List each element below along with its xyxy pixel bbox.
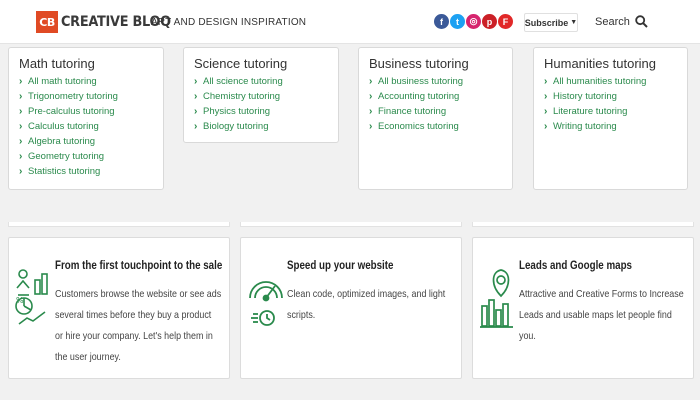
link-all-math[interactable]: › All math tutoring bbox=[19, 74, 153, 89]
subscribe-button[interactable]: Subscribe ▼ bbox=[524, 13, 578, 32]
chevron-right-icon: › bbox=[19, 151, 23, 162]
link-writing[interactable]: › Writing tutoring bbox=[544, 119, 677, 134]
link-accounting[interactable]: › Accounting tutoring bbox=[369, 89, 502, 104]
feature-description: Customers browse the website or see ads … bbox=[55, 288, 222, 363]
chevron-right-icon: › bbox=[544, 76, 548, 87]
pinterest-icon[interactable]: p bbox=[482, 14, 497, 29]
chevron-right-icon: › bbox=[194, 91, 198, 102]
chevron-right-icon: › bbox=[369, 121, 373, 132]
chevron-right-icon: › bbox=[19, 91, 23, 102]
feature-card-touchpoint: % From the first touchpoint to the sale … bbox=[8, 237, 230, 379]
card-edge bbox=[8, 222, 230, 227]
link-pre-calculus[interactable]: › Pre-calculus tutoring bbox=[19, 104, 153, 119]
flipboard-icon[interactable]: F bbox=[498, 14, 513, 29]
chevron-right-icon: › bbox=[194, 106, 198, 117]
link-all-science[interactable]: › All science tutoring bbox=[194, 74, 328, 89]
feature-card-leads: Leads and Google maps Attractive and Cre… bbox=[472, 237, 694, 379]
instagram-icon[interactable]: ◎ bbox=[466, 14, 481, 29]
chevron-right-icon: › bbox=[544, 106, 548, 117]
logo-badge: CB bbox=[36, 11, 58, 33]
feature-description: Attractive and Creative Forms to Increas… bbox=[519, 288, 684, 342]
math-tutoring-card: Math tutoring › All math tutoring › Trigon… bbox=[8, 47, 164, 190]
link-statistics[interactable]: › Statistics tutoring bbox=[19, 164, 153, 179]
map-pin-chart-icon bbox=[480, 269, 513, 328]
humanities-tutoring-card: Humanities tutoring › All humanities tuto… bbox=[533, 47, 688, 190]
link-biology[interactable]: › Biology tutoring bbox=[194, 119, 328, 134]
card-edge bbox=[240, 222, 462, 227]
speedometer-icon bbox=[249, 281, 283, 326]
card-edge bbox=[472, 222, 694, 227]
link-history[interactable]: › History tutoring bbox=[544, 89, 677, 104]
link-physics[interactable]: › Physics tutoring bbox=[194, 104, 328, 119]
card-title: Humanities tutoring bbox=[544, 56, 656, 71]
search-button[interactable]: Search bbox=[595, 15, 648, 28]
business-tutoring-card: Business tutoring › All business tutoring… bbox=[358, 47, 513, 190]
chevron-right-icon: › bbox=[19, 121, 23, 132]
search-label: Search bbox=[595, 15, 630, 28]
link-algebra[interactable]: › Algebra tutoring bbox=[19, 134, 153, 149]
chevron-right-icon: › bbox=[369, 76, 373, 87]
chevron-right-icon: › bbox=[19, 76, 23, 87]
feature-title: Speed up your website bbox=[287, 260, 394, 272]
link-all-humanities[interactable]: › All humanities tutoring bbox=[544, 74, 677, 89]
social-links: f t ◎ p F bbox=[434, 14, 513, 29]
card-title: Science tutoring bbox=[194, 56, 288, 71]
facebook-icon[interactable]: f bbox=[434, 14, 449, 29]
card-title: Math tutoring bbox=[19, 56, 95, 71]
chevron-right-icon: › bbox=[194, 76, 198, 87]
chevron-right-icon: › bbox=[19, 136, 23, 147]
svg-text:%: % bbox=[16, 296, 24, 305]
feature-card-speed: Speed up your website Clean code, optimi… bbox=[240, 237, 462, 379]
chevron-right-icon: › bbox=[369, 91, 373, 102]
link-all-business[interactable]: › All business tutoring bbox=[369, 74, 502, 89]
chevron-right-icon: › bbox=[544, 121, 548, 132]
link-literature[interactable]: › Literature tutoring bbox=[544, 104, 677, 119]
chevron-right-icon: › bbox=[544, 91, 548, 102]
link-finance[interactable]: › Finance tutoring bbox=[369, 104, 502, 119]
twitter-icon[interactable]: t bbox=[450, 14, 465, 29]
link-chemistry[interactable]: › Chemistry tutoring bbox=[194, 89, 328, 104]
site-tagline: ART AND DESIGN INSPIRATION bbox=[151, 17, 307, 28]
feature-title: From the first touchpoint to the sale bbox=[55, 260, 223, 272]
analytics-icon: % bbox=[15, 269, 48, 325]
chevron-right-icon: › bbox=[369, 106, 373, 117]
search-icon bbox=[635, 15, 648, 28]
chevron-right-icon: › bbox=[19, 166, 23, 177]
chevron-right-icon: › bbox=[194, 121, 198, 132]
link-economics[interactable]: › Economics tutoring bbox=[369, 119, 502, 134]
link-trigonometry[interactable]: › Trigonometry tutoring bbox=[19, 89, 153, 104]
science-tutoring-card: Science tutoring › All science tutoring ›… bbox=[183, 47, 339, 143]
chevron-right-icon: › bbox=[19, 106, 23, 117]
card-title: Business tutoring bbox=[369, 56, 469, 71]
link-geometry[interactable]: › Geometry tutoring bbox=[19, 149, 153, 164]
caret-down-icon: ▼ bbox=[570, 19, 578, 26]
subscribe-label: Subscribe bbox=[524, 17, 569, 28]
feature-description: Clean code, optimized images, and light … bbox=[287, 288, 446, 321]
feature-title: Leads and Google maps bbox=[519, 260, 632, 272]
link-calculus[interactable]: › Calculus tutoring bbox=[19, 119, 153, 134]
site-header: CB CREATIVE BLOQ ART AND DESIGN INSPIRAT… bbox=[0, 0, 700, 44]
